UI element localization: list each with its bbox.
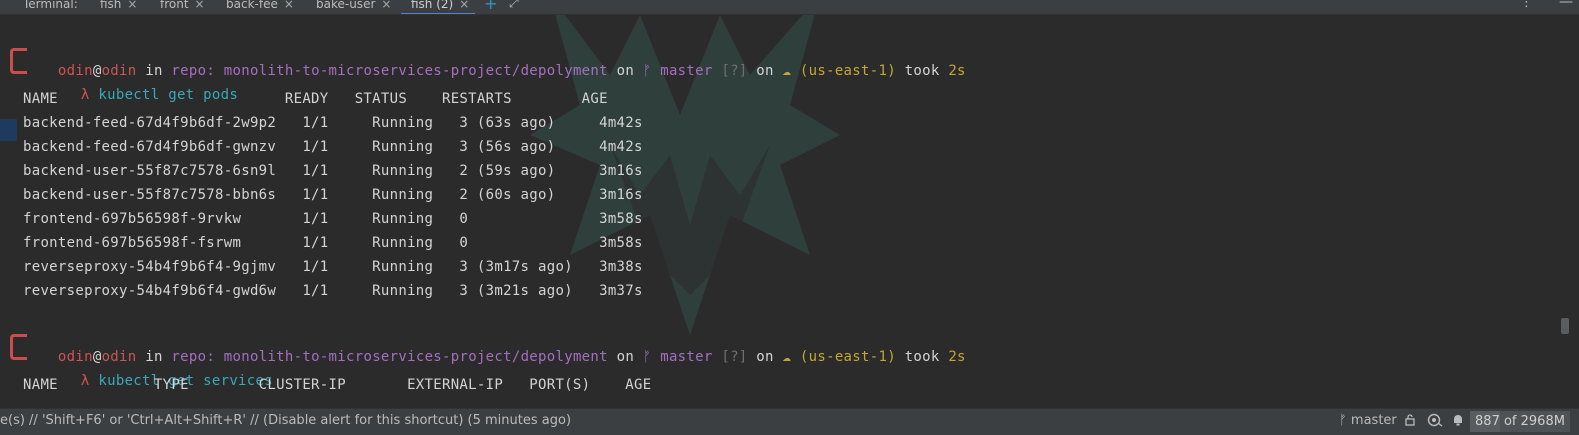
git-branch: ᚠ master — [642, 63, 713, 79]
git-branch: ᚠ master — [642, 349, 713, 365]
terminal-tool-window-title: Terminal: — [23, 0, 78, 13]
prompt-line: odin@odin in repo: monolith-to-microserv… — [10, 327, 966, 365]
command-duration: 2s — [948, 349, 966, 365]
inspector-icon[interactable] — [1427, 413, 1443, 431]
aws-region: ☁ (us-east-1) — [782, 63, 896, 79]
command-line: λ kubectl get pods — [10, 57, 238, 103]
notifications-icon[interactable] — [1452, 413, 1464, 430]
scrollbar-thumb[interactable] — [1561, 318, 1569, 334]
tab-fish-2[interactable]: fish (2) × — [401, 0, 476, 14]
add-tab-icon[interactable]: + — [484, 0, 497, 13]
memory-indicator[interactable]: 887 of 2968M — [1470, 411, 1570, 432]
git-branch-widget[interactable]: ᚠ master — [1339, 413, 1397, 428]
close-icon[interactable]: × — [284, 0, 294, 11]
table-row: backend-feed-67d4f9b6df-2w9p2 1/1 Runnin… — [23, 115, 643, 131]
aws-region: ☁ (us-east-1) — [782, 349, 896, 365]
prompt-on: on — [747, 349, 783, 365]
table-row: backend-feed-67d4f9b6df-gwnzv 1/1 Runnin… — [23, 139, 643, 155]
table-row: backend-user-55f87c7578-6sn9l 1/1 Runnin… — [23, 163, 643, 179]
minimize-icon[interactable]: — — [1559, 0, 1573, 10]
prompt-on: on — [607, 63, 643, 79]
status-message[interactable]: e(s) // 'Shift+F6' or 'Ctrl+Alt+Shift+R'… — [0, 413, 571, 428]
git-status: [?] — [712, 63, 748, 79]
table-row: backend-user-55f87c7578-bbn6s 1/1 Runnin… — [23, 187, 643, 203]
close-icon[interactable]: × — [381, 0, 391, 11]
tab-back-fee[interactable]: back-fee × — [226, 0, 294, 13]
prompt-path: monolith-to-microservices-project/depoly… — [215, 349, 608, 365]
close-icon[interactable]: × — [195, 0, 205, 11]
maximize-icon[interactable]: ⤢ — [509, 0, 519, 11]
lock-icon[interactable] — [1404, 413, 1416, 430]
gutter-marker — [0, 119, 17, 141]
status-bar: e(s) // 'Shift+F6' or 'Ctrl+Alt+Shift+R'… — [0, 408, 1579, 435]
git-status: [?] — [712, 349, 748, 365]
more-options-icon[interactable]: ⋮ — [1520, 0, 1533, 10]
tab-label: bake-user — [316, 0, 376, 11]
command-duration: 2s — [948, 63, 966, 79]
prompt-on: on — [747, 63, 783, 79]
prompt-on: on — [607, 349, 643, 365]
tab-label: front — [160, 0, 189, 11]
terminal-output[interactable]: odin@odin in repo: monolith-to-microserv… — [0, 15, 1579, 408]
prompt-took: took — [895, 349, 949, 365]
memory-label: 887 of 2968M — [1475, 414, 1565, 429]
prompt-took: took — [895, 63, 949, 79]
tab-front[interactable]: front × — [160, 0, 205, 13]
table-row: frontend-697b56598f-9rvkw 1/1 Running 0 … — [23, 211, 643, 227]
prompt-line: odin@odin in repo: monolith-to-microserv… — [10, 41, 966, 79]
prompt-box-bottom — [10, 343, 27, 360]
tab-label: Terminal: — [23, 0, 78, 11]
close-icon[interactable]: × — [127, 0, 137, 11]
table-row: frontend-697b56598f-fsrwm 1/1 Running 0 … — [23, 235, 643, 251]
tab-bake-user[interactable]: bake-user × — [316, 0, 391, 13]
tab-label: back-fee — [226, 0, 278, 11]
tab-label: fish (2) — [411, 0, 454, 11]
prompt-box-bottom — [10, 57, 27, 74]
services-table-header: NAME TYPE CLUSTER-IP EXTERNAL-IP PORT(S)… — [23, 377, 652, 393]
terminal-tab-bar: Terminal: fish × front × back-fee × bake-us… — [0, 0, 1579, 15]
table-row: reverseproxy-54b4f9b6f4-gwd6w 1/1 Runnin… — [23, 283, 643, 299]
table-row: reverseproxy-54b4f9b6f4-9gjmv 1/1 Runnin… — [23, 259, 643, 275]
prompt-path: monolith-to-microservices-project/depoly… — [215, 63, 608, 79]
command-line: λ kubectl get services — [10, 343, 273, 389]
pods-table-header: NAME READY STATUS RESTARTS AGE — [23, 91, 608, 107]
tab-fish[interactable]: fish × — [100, 0, 137, 13]
tab-label: fish — [100, 0, 122, 11]
close-icon[interactable]: × — [459, 0, 469, 11]
